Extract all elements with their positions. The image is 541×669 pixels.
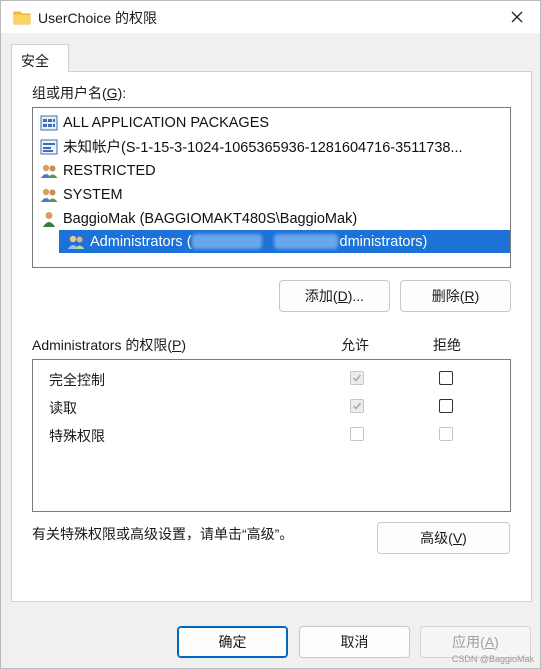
remove-button[interactable]: 删除(R): [400, 280, 511, 312]
window-title: UserChoice 的权限: [38, 10, 158, 26]
special-deny-checkbox[interactable]: [439, 427, 453, 441]
list-item[interactable]: 未知帐户(S-1-15-3-1024-1065365936-1281604716…: [37, 135, 510, 158]
tab-label: 安全: [21, 53, 49, 69]
list-item[interactable]: RESTRICTED: [37, 159, 510, 182]
full-control-allow-checkbox[interactable]: [350, 371, 364, 385]
list-item-label-end: dministrators): [339, 233, 428, 250]
permission-row-read: 读取: [49, 398, 77, 418]
cancel-button[interactable]: 取消: [299, 626, 410, 658]
folder-icon: [13, 11, 31, 25]
read-allow-checkbox[interactable]: [350, 399, 364, 413]
groups-listbox[interactable]: ALL APPLICATION PACKAGES 未知帐户(S-1-15-3-1…: [32, 107, 511, 268]
redacted-region: [191, 234, 340, 249]
user-icon: [43, 211, 55, 227]
user-group-icon: [68, 235, 85, 249]
deny-column-header: 拒绝: [433, 337, 461, 353]
permissions-label: Administrators 的权限(P): [32, 337, 187, 353]
list-item-label: SYSTEM: [63, 186, 123, 203]
list-item[interactable]: SYSTEM: [37, 183, 510, 206]
read-deny-checkbox[interactable]: [439, 399, 453, 413]
special-allow-checkbox[interactable]: [350, 427, 364, 441]
checkmark-icon: [352, 374, 362, 382]
permissions-list: 完全控制 读取 特殊权限: [32, 359, 511, 512]
user-group-icon: [41, 164, 58, 178]
permission-row-special: 特殊权限: [49, 426, 105, 446]
groups-label: 组或用户名(G):: [32, 85, 127, 101]
title-bar: UserChoice 的权限: [1, 1, 540, 33]
user-group-icon: [41, 188, 58, 202]
list-item-label: RESTRICTED: [63, 162, 156, 179]
close-icon: [511, 11, 523, 23]
list-item-selected[interactable]: Administrators ( dministrators): [59, 230, 510, 253]
advanced-hint: 有关特殊权限或高级设置，请单击“高级”。: [32, 526, 294, 542]
list-item-label: BaggioMak (BAGGIOMAKT480S\BaggioMak): [63, 210, 358, 227]
list-item[interactable]: ALL APPLICATION PACKAGES: [37, 111, 510, 134]
permissions-dialog: UserChoice 的权限 安全 组或用户名(G): ALL APPLICAT…: [0, 0, 541, 669]
app-packages-icon: [40, 115, 58, 130]
watermark: CSDN @BaggioMak: [451, 654, 534, 664]
tab-security[interactable]: 安全: [11, 44, 69, 72]
list-item-label: ALL APPLICATION PACKAGES: [63, 114, 270, 131]
permission-row-full-control: 完全控制: [49, 370, 105, 390]
list-item[interactable]: BaggioMak (BAGGIOMAKT480S\BaggioMak): [37, 207, 510, 230]
permission-name: 特殊权限: [49, 428, 105, 444]
list-item-label: 未知帐户(S-1-15-3-1024-1065365936-1281604716…: [63, 140, 463, 156]
ok-button[interactable]: 确定: [177, 626, 288, 658]
checkmark-icon: [352, 402, 362, 410]
full-control-deny-checkbox[interactable]: [439, 371, 453, 385]
permission-name: 读取: [49, 400, 77, 416]
advanced-button[interactable]: 高级(V): [377, 522, 510, 554]
add-button[interactable]: 添加(D)...: [279, 280, 390, 312]
allow-column-header: 允许: [341, 337, 369, 353]
close-button[interactable]: [494, 1, 540, 33]
permission-name: 完全控制: [49, 372, 105, 388]
unknown-account-icon: [40, 139, 58, 154]
list-item-label-start: Administrators (: [90, 233, 192, 250]
